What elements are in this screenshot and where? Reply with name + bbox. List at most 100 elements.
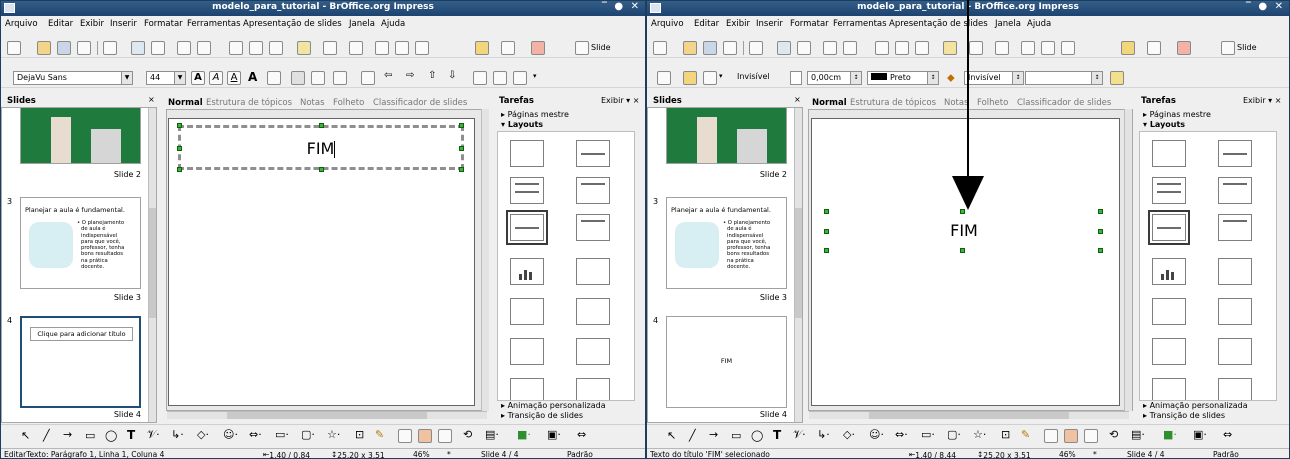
task-section-layouts[interactable]: ▾ Layouts bbox=[1143, 120, 1185, 129]
menu-apresentacao[interactable]: Apresentação de slides bbox=[243, 19, 342, 29]
slide-4-thumbnail[interactable]: FIM bbox=[666, 316, 787, 408]
menu-inserir[interactable]: Inserir bbox=[756, 19, 783, 29]
rotate-icon[interactable]: ⟲ bbox=[463, 428, 472, 441]
arrow-style-icon[interactable] bbox=[703, 71, 717, 85]
object-properties-icon[interactable] bbox=[657, 71, 671, 85]
resize-handle[interactable] bbox=[177, 167, 182, 172]
glue-icon[interactable]: ✎ bbox=[375, 428, 384, 441]
curve-icon[interactable]: 𝒱· bbox=[147, 428, 160, 442]
title-text[interactable]: FIM bbox=[178, 125, 464, 170]
line-style-spin[interactable] bbox=[790, 71, 802, 85]
resize-handle[interactable] bbox=[319, 167, 324, 172]
chevron-down-icon[interactable]: ▼ bbox=[174, 72, 185, 84]
character-icon[interactable] bbox=[473, 71, 487, 85]
menu-inserir[interactable]: Inserir bbox=[110, 19, 137, 29]
connector-icon[interactable]: ↳· bbox=[171, 428, 184, 441]
navigator-icon[interactable] bbox=[1121, 41, 1135, 55]
text-icon[interactable]: T bbox=[773, 428, 781, 442]
layout-title-chart[interactable] bbox=[510, 258, 544, 285]
callouts-icon[interactable]: ▢· bbox=[947, 428, 961, 441]
layout-chart-text[interactable] bbox=[576, 338, 610, 365]
layout-title-2content[interactable] bbox=[1218, 177, 1252, 204]
paste-icon[interactable] bbox=[915, 41, 929, 55]
zoom-icon[interactable] bbox=[501, 41, 515, 55]
move-down-icon[interactable]: ⇩ bbox=[448, 70, 456, 81]
italic-icon[interactable]: A bbox=[209, 71, 223, 85]
chevron-down-icon[interactable]: ▼ bbox=[121, 72, 132, 84]
status-zoom[interactable]: 46% bbox=[1059, 450, 1076, 458]
line-icon[interactable]: ╱ bbox=[43, 429, 50, 442]
new-icon[interactable] bbox=[653, 41, 667, 55]
shadow-toggle-icon[interactable]: ▣· bbox=[1193, 428, 1207, 441]
undo-icon[interactable] bbox=[323, 41, 337, 55]
close-icon[interactable]: × bbox=[148, 95, 155, 104]
symbol-shapes-icon[interactable]: ☺· bbox=[869, 428, 884, 441]
task-section-master[interactable]: ▸ Páginas mestre bbox=[501, 110, 569, 119]
layout-title-only[interactable] bbox=[1218, 140, 1252, 167]
font-size-combo[interactable]: 44 ▼ bbox=[146, 71, 186, 85]
tab-estrutura[interactable]: Estrutura de tópicos bbox=[850, 98, 936, 108]
exibir-menu[interactable]: Exibir ▾ × bbox=[601, 96, 639, 105]
stars-icon[interactable]: ☆· bbox=[327, 428, 340, 441]
flowchart-icon[interactable]: ▭· bbox=[921, 428, 935, 441]
paste-icon[interactable] bbox=[269, 41, 283, 55]
fontwork-icon[interactable] bbox=[398, 429, 412, 443]
clone-format-icon[interactable] bbox=[943, 41, 957, 55]
layout-text-chart[interactable] bbox=[576, 298, 610, 325]
bold-icon[interactable]: A bbox=[191, 71, 205, 85]
layout-title-only[interactable] bbox=[576, 140, 610, 167]
slide-3-thumbnail[interactable]: Planejar a aula é fundamental. • O plane… bbox=[666, 197, 787, 289]
slide-4-thumbnail[interactable]: Clique para adicionar título bbox=[20, 316, 141, 408]
status-zoom[interactable]: 46% bbox=[413, 450, 430, 458]
tab-estrutura[interactable]: Estrutura de tópicos bbox=[206, 98, 292, 108]
stars-icon[interactable]: ☆· bbox=[973, 428, 986, 441]
open-icon[interactable] bbox=[683, 41, 697, 55]
layout-text-picture[interactable] bbox=[510, 338, 544, 365]
points-icon[interactable]: ⊡ bbox=[1001, 428, 1010, 441]
line-width-field[interactable]: 0,00cm ↕ bbox=[807, 71, 862, 85]
ellipse-icon[interactable]: ◯ bbox=[751, 429, 763, 442]
chart-icon[interactable] bbox=[375, 41, 389, 55]
print-icon[interactable] bbox=[797, 41, 811, 55]
layout-blank[interactable] bbox=[510, 140, 544, 167]
toggle-extrusion-icon[interactable]: ⇔ bbox=[1223, 428, 1232, 441]
tab-classificador[interactable]: Classificador de slides bbox=[373, 98, 467, 108]
table-icon[interactable] bbox=[395, 41, 409, 55]
from-file-icon[interactable] bbox=[418, 429, 432, 443]
fontwork-icon[interactable] bbox=[1044, 429, 1058, 443]
font-name-combo[interactable]: DejaVu Sans ▼ bbox=[13, 71, 133, 85]
print-icon[interactable] bbox=[151, 41, 165, 55]
export-pdf-icon[interactable] bbox=[777, 41, 791, 55]
menu-ajuda[interactable]: Ajuda bbox=[1027, 19, 1051, 29]
help-icon[interactable] bbox=[1177, 41, 1191, 55]
flowchart-icon[interactable]: ▭· bbox=[275, 428, 289, 441]
tab-classificador[interactable]: Classificador de slides bbox=[1017, 98, 1111, 108]
block-arrows-icon[interactable]: ⇔· bbox=[249, 428, 262, 441]
menu-janela[interactable]: Janela bbox=[995, 19, 1021, 29]
resize-handle[interactable] bbox=[824, 248, 829, 253]
slides-scrollbar[interactable] bbox=[794, 108, 802, 422]
task-section-master[interactable]: ▸ Páginas mestre bbox=[1143, 110, 1211, 119]
layout-title-content[interactable] bbox=[510, 177, 544, 204]
menu-exibir[interactable]: Exibir bbox=[80, 19, 104, 29]
slides-scrollbar[interactable] bbox=[148, 108, 156, 422]
window-controls[interactable]: ‾ ● ✕ bbox=[1246, 1, 1285, 12]
rotate-icon[interactable]: ⟲ bbox=[1109, 428, 1118, 441]
task-section-transition[interactable]: ▸ Transição de slides bbox=[501, 411, 583, 420]
resize-handle[interactable] bbox=[824, 209, 829, 214]
shadow-icon[interactable] bbox=[1110, 71, 1124, 85]
line-style-value[interactable]: Invisível bbox=[737, 72, 770, 81]
layout-more-2[interactable] bbox=[1218, 378, 1252, 400]
save-icon[interactable] bbox=[703, 41, 717, 55]
menu-apresentacao[interactable]: Apresentação de slides bbox=[889, 19, 988, 29]
layout-text-chart[interactable] bbox=[1218, 298, 1252, 325]
shadow-icon[interactable]: A bbox=[248, 70, 257, 84]
email-icon[interactable] bbox=[77, 41, 91, 55]
select-icon[interactable]: ↖ bbox=[21, 429, 30, 442]
basic-shapes-icon[interactable]: ◇· bbox=[197, 428, 209, 441]
basic-shapes-icon[interactable]: ◇· bbox=[843, 428, 855, 441]
gallery-icon[interactable] bbox=[1084, 429, 1098, 443]
chevron-down-icon[interactable]: ▾ bbox=[719, 72, 723, 80]
block-arrows-icon[interactable]: ⇔· bbox=[895, 428, 908, 441]
resize-handle[interactable] bbox=[459, 167, 464, 172]
